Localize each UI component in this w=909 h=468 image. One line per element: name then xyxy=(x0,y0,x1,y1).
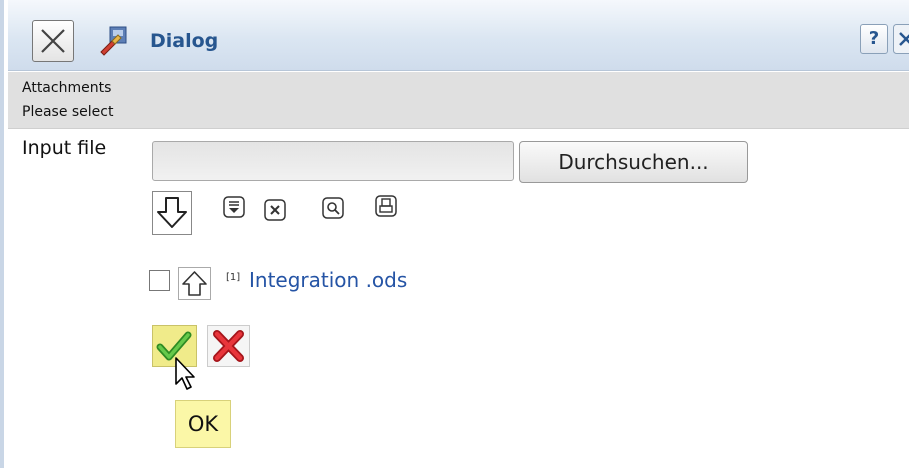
cancel-button[interactable] xyxy=(207,325,250,367)
app-icon xyxy=(100,26,127,56)
info-instruction: Please select xyxy=(22,104,114,120)
dialog-window: Dialog ? Attachments Please select Input… xyxy=(0,0,909,468)
download-button[interactable] xyxy=(152,191,192,235)
move-up-button[interactable] xyxy=(178,267,211,300)
file-path-input[interactable] xyxy=(152,141,514,181)
close-icon xyxy=(41,29,65,53)
browse-button[interactable]: Durchsuchen... xyxy=(519,141,748,183)
download-arrow-icon xyxy=(157,197,187,228)
attachment-checkbox[interactable] xyxy=(149,270,170,291)
info-bar: Attachments Please select xyxy=(8,72,909,129)
attachment-footnote: [1] xyxy=(226,272,241,283)
help-icon: ? xyxy=(868,28,880,49)
ok-tooltip: OK xyxy=(175,400,231,448)
close-window-icon[interactable] xyxy=(893,24,909,54)
close-dialog-button[interactable] xyxy=(32,20,74,62)
attachment-link[interactable]: Integration .ods xyxy=(249,268,407,292)
cancel-x-icon xyxy=(213,330,244,362)
print-icon[interactable] xyxy=(374,194,398,218)
input-file-label: Input file xyxy=(22,137,107,159)
title-bar: Dialog ? xyxy=(8,0,909,71)
help-button[interactable]: ? xyxy=(860,24,888,54)
remove-icon[interactable] xyxy=(263,198,287,222)
dialog-title: Dialog xyxy=(150,30,219,52)
mouse-pointer-icon xyxy=(175,357,195,390)
search-icon[interactable] xyxy=(321,196,345,220)
scroll-to-bottom-icon[interactable] xyxy=(222,195,246,219)
up-arrow-icon xyxy=(182,271,207,296)
info-heading: Attachments xyxy=(22,80,112,96)
